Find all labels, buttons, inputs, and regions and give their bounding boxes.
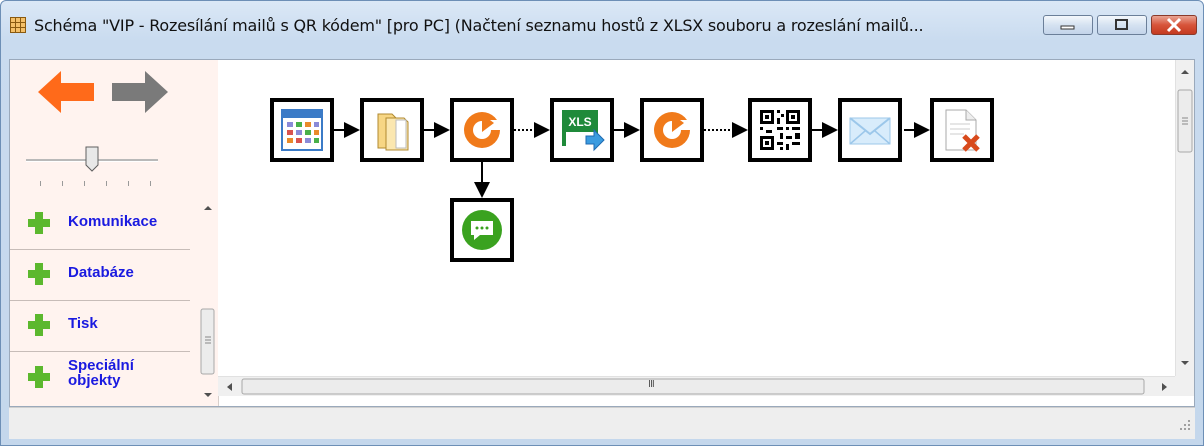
slider-tick bbox=[62, 181, 63, 186]
envelope-icon bbox=[849, 117, 891, 145]
slider-tick bbox=[150, 181, 151, 186]
plus-icon bbox=[28, 366, 50, 388]
node-loop-2[interactable] bbox=[640, 98, 704, 162]
close-button[interactable] bbox=[1151, 15, 1197, 35]
category-label: Speciální objekty bbox=[68, 357, 134, 389]
category-scrollbar[interactable] bbox=[198, 199, 217, 406]
folder-icon bbox=[377, 113, 409, 151]
category-databaze[interactable]: Databáze bbox=[10, 250, 190, 301]
category-list: Komunikace Databáze Tisk Speciální objek… bbox=[10, 199, 200, 406]
node-qr-code[interactable] bbox=[748, 98, 812, 162]
node-message[interactable] bbox=[450, 198, 514, 262]
slider-tick bbox=[106, 181, 107, 186]
delete-file-icon bbox=[945, 109, 980, 152]
node-xls-export[interactable]: XLS bbox=[550, 98, 614, 162]
category-label: Tisk bbox=[68, 315, 98, 332]
plus-icon bbox=[28, 263, 50, 285]
title-bar[interactable]: Schéma "VIP - Rozesílání mailů s QR kóde… bbox=[1, 1, 1203, 59]
close-icon bbox=[1166, 17, 1182, 33]
app-grid-icon bbox=[10, 17, 26, 33]
xls-text: XLS bbox=[568, 115, 591, 129]
status-bar bbox=[9, 407, 1195, 439]
node-delete-file[interactable] bbox=[930, 98, 994, 162]
node-folder[interactable] bbox=[360, 98, 424, 162]
slider-tick bbox=[84, 181, 85, 186]
client-area: Komunikace Databáze Tisk Speciální objek… bbox=[9, 59, 1195, 407]
scrollbar-grip: III bbox=[648, 379, 655, 390]
zoom-slider-thumb[interactable] bbox=[85, 146, 99, 172]
qr-code-icon bbox=[760, 110, 800, 150]
chat-bubble-icon bbox=[462, 210, 502, 250]
resize-grip-icon[interactable] bbox=[1179, 416, 1191, 435]
window-title: Schéma "VIP - Rozesílání mailů s QR kóde… bbox=[34, 16, 924, 35]
category-label: Komunikace bbox=[68, 213, 158, 230]
loop-icon bbox=[464, 112, 502, 148]
category-tisk[interactable]: Tisk bbox=[10, 301, 190, 352]
canvas-horizontal-scrollbar[interactable]: III bbox=[218, 376, 1176, 396]
arrow-right-icon[interactable] bbox=[110, 69, 170, 119]
category-specialni-objekty[interactable]: Speciální objekty bbox=[10, 352, 190, 402]
app-window: Schéma "VIP - Rozesílání mailů s QR kóde… bbox=[0, 0, 1204, 446]
left-panel: Komunikace Databáze Tisk Speciální objek… bbox=[10, 60, 219, 406]
loop-icon bbox=[654, 112, 692, 148]
slider-tick bbox=[128, 181, 129, 186]
maximize-icon bbox=[1115, 19, 1128, 30]
category-komunikace[interactable]: Komunikace bbox=[10, 199, 190, 250]
node-loop-1[interactable] bbox=[450, 98, 514, 162]
arrow-left-icon[interactable] bbox=[36, 69, 96, 119]
calendar-icon bbox=[281, 109, 323, 151]
category-label: Databáze bbox=[68, 264, 134, 281]
minimize-icon bbox=[1060, 25, 1075, 30]
plus-icon bbox=[28, 212, 50, 234]
slider-tick bbox=[40, 181, 41, 186]
xls-export-icon: XLS bbox=[562, 110, 605, 152]
minimize-button[interactable] bbox=[1043, 15, 1093, 35]
node-mail[interactable] bbox=[838, 98, 902, 162]
navigation-panel bbox=[10, 60, 217, 198]
canvas-vertical-scrollbar[interactable] bbox=[1175, 60, 1194, 376]
maximize-button[interactable] bbox=[1097, 15, 1147, 35]
plus-icon bbox=[28, 314, 50, 336]
node-calendar[interactable] bbox=[270, 98, 334, 162]
diagram-canvas[interactable]: XLS bbox=[218, 60, 1176, 376]
scroll-corner bbox=[1175, 376, 1194, 396]
